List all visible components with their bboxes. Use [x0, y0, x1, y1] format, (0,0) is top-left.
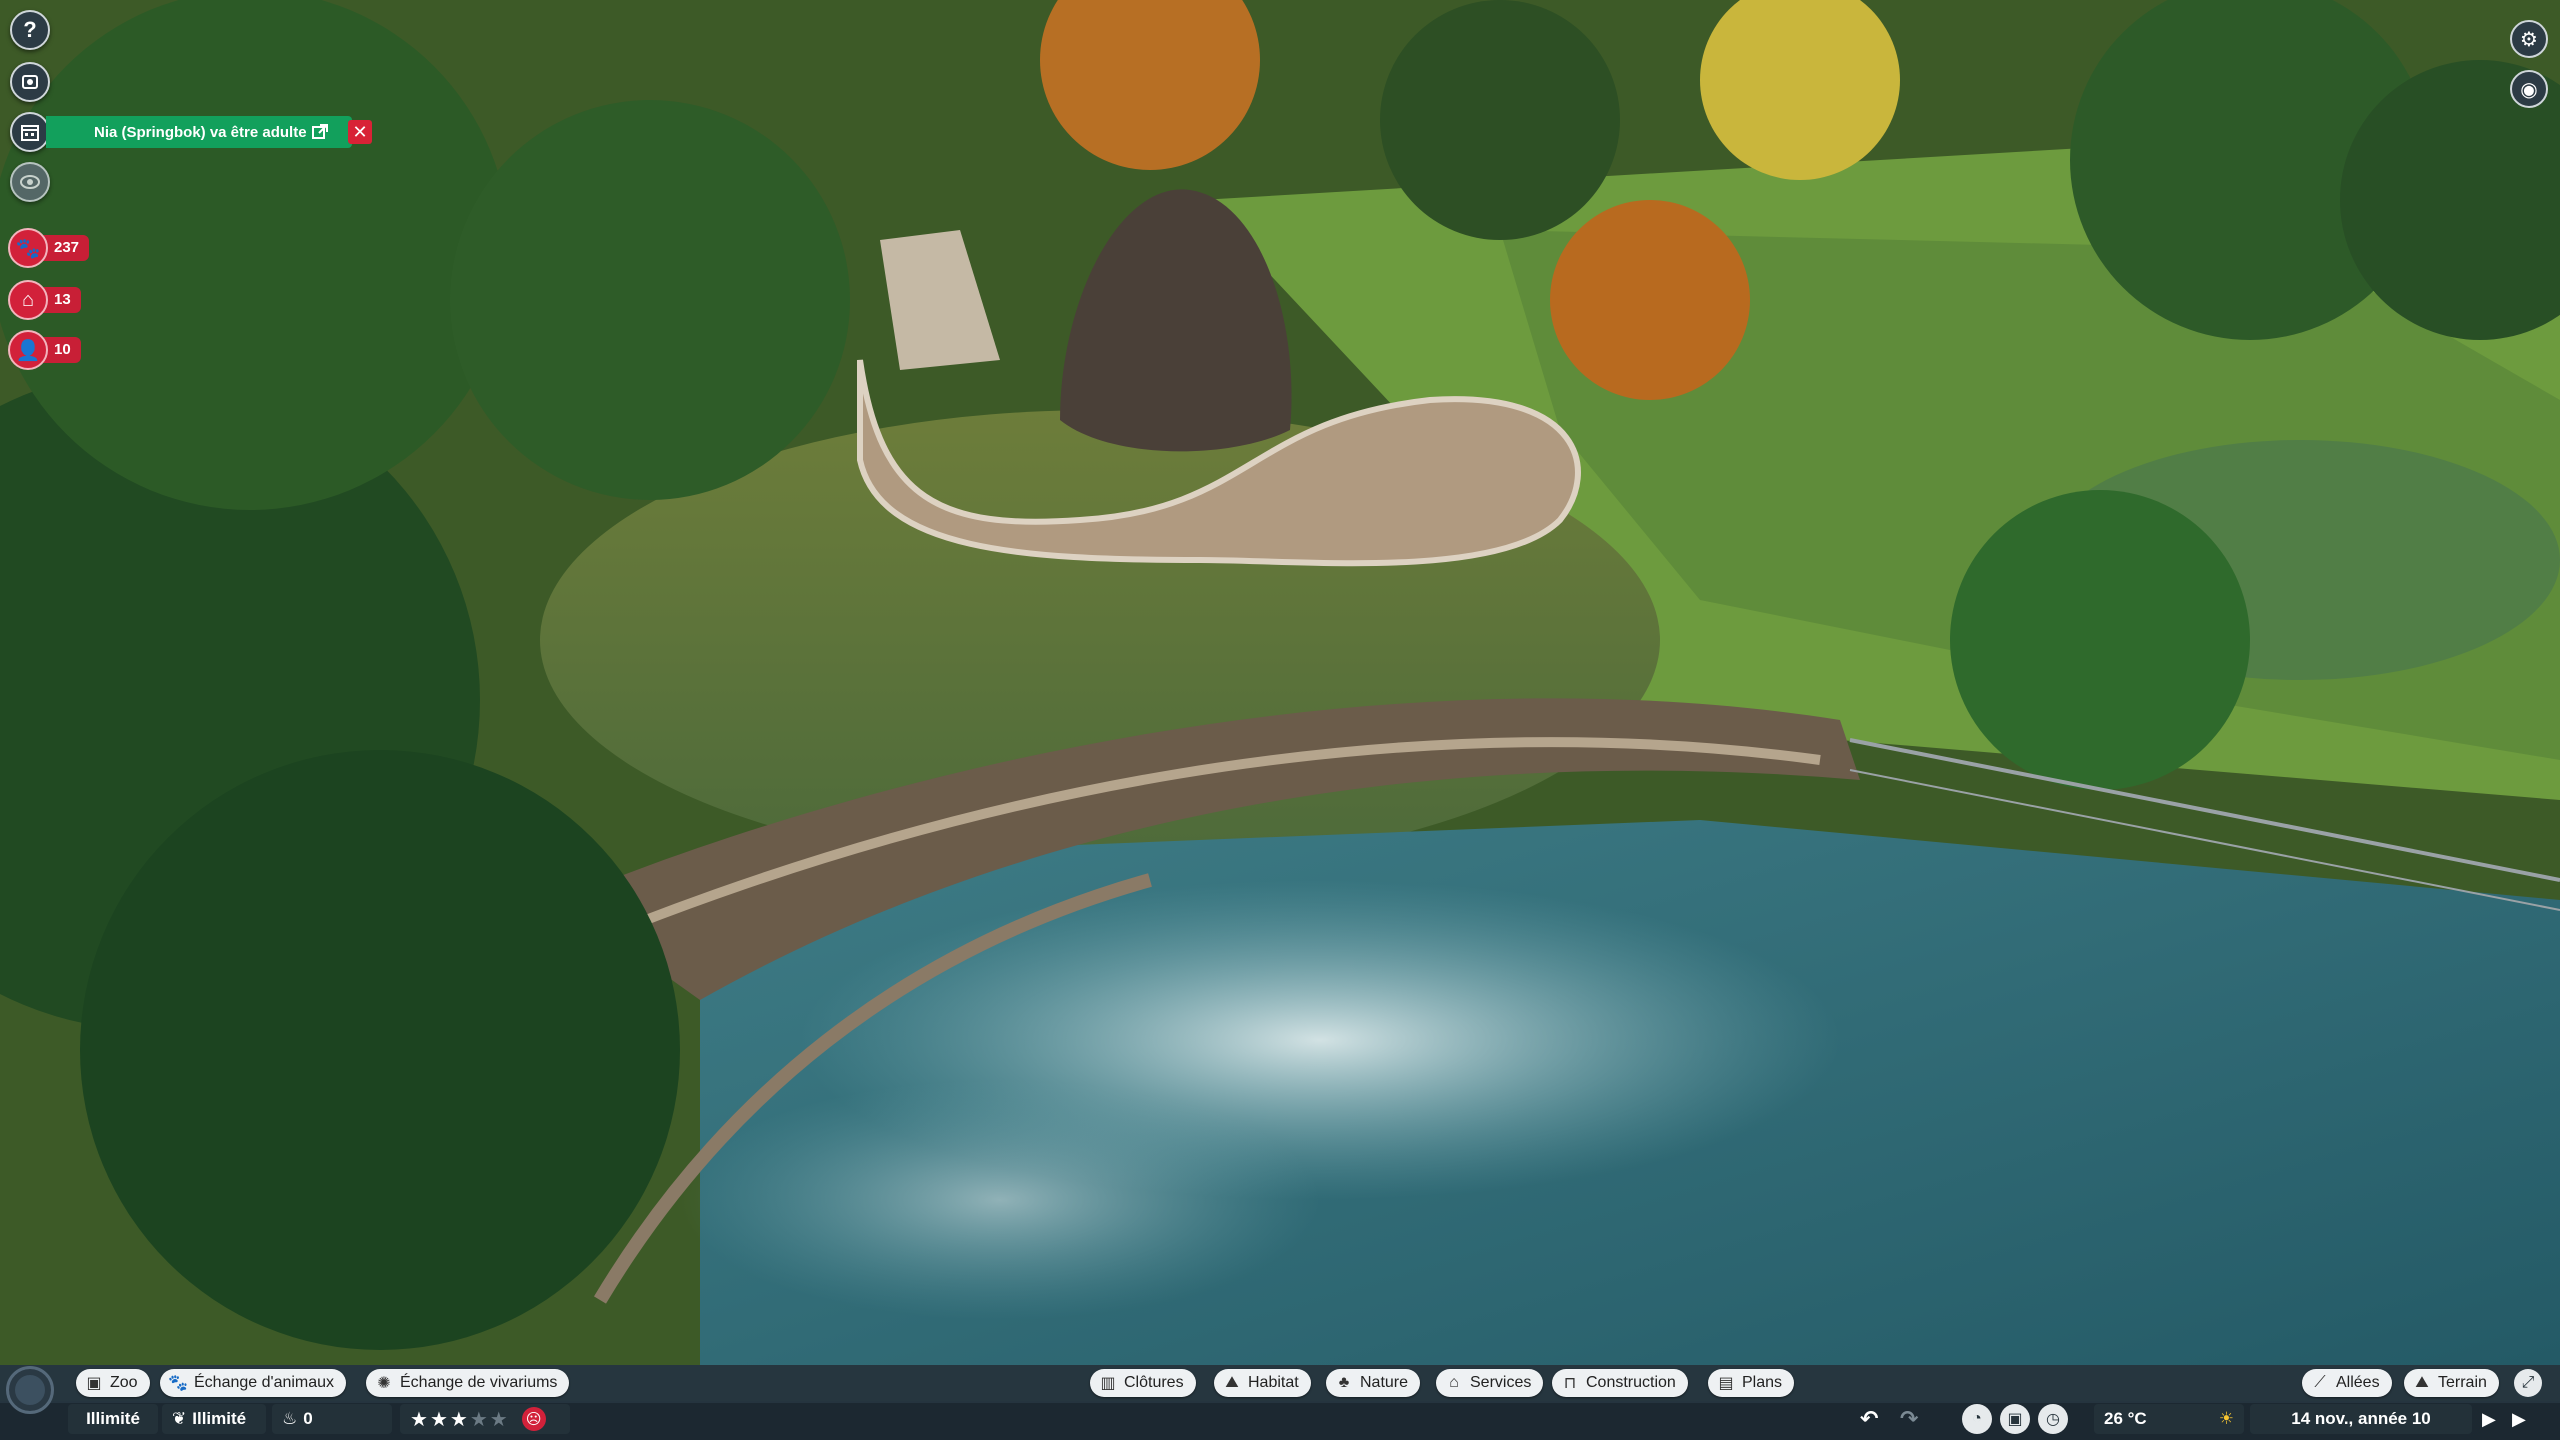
- gear-icon: ⚙: [2520, 28, 2538, 51]
- notification-text: Nia (Springbok) va être adulte: [94, 123, 307, 141]
- tab-paths-label: Allées: [2336, 1374, 2380, 1391]
- zoo-overview-button[interactable]: [10, 62, 50, 102]
- tab-terrain[interactable]: ⛰ Terrain: [2404, 1369, 2499, 1397]
- leaf-icon: ❦: [172, 1409, 187, 1428]
- main-menu-button[interactable]: [6, 1366, 54, 1414]
- shop-icon: ⌂: [1449, 1374, 1459, 1391]
- speed-button-1[interactable]: ◔: [1962, 1404, 1992, 1434]
- path-icon: ⟋: [2314, 1374, 2326, 1391]
- fast-forward-button[interactable]: ▶: [2502, 1404, 2536, 1434]
- tab-services[interactable]: ⌂ Services: [1436, 1369, 1544, 1397]
- bug-icon: ✺: [377, 1375, 391, 1392]
- tab-fences[interactable]: ▥ Clôtures: [1090, 1369, 1196, 1397]
- expand-toolbar-button[interactable]: ⤢: [2514, 1369, 2542, 1397]
- undo-icon: ↶: [1860, 1406, 1879, 1431]
- research-display[interactable]: ❦ Illimité: [162, 1404, 266, 1434]
- redo-icon: ↷: [1900, 1406, 1919, 1431]
- conservation-display[interactable]: ♨ 0: [272, 1404, 392, 1434]
- terrain-icon: ⛰: [2415, 1374, 2429, 1391]
- camera-mode-button[interactable]: ◉: [2510, 70, 2548, 108]
- tab-animal-exchange-label: Échange d'animaux: [194, 1374, 335, 1391]
- star-rating: ★★★★★: [410, 1407, 510, 1432]
- tab-vivarium-exchange-label: Échange de vivariums: [400, 1374, 558, 1391]
- staff-stat[interactable]: 👤 10: [8, 330, 81, 370]
- conservation-icon: ♨: [282, 1409, 298, 1428]
- tab-construction[interactable]: ⊓ Construction: [1552, 1369, 1688, 1397]
- star-empty-icon: ★: [489, 1408, 510, 1431]
- temperature-value: 26 °C: [2104, 1409, 2147, 1428]
- clock-icon: ◷: [2046, 1411, 2060, 1428]
- tab-vivarium-exchange[interactable]: ✺ Échange de vivariums: [366, 1369, 570, 1397]
- tree-icon: ♣: [1338, 1374, 1350, 1391]
- zoo-icon: ▣: [86, 1375, 102, 1392]
- facilities-stat[interactable]: ⌂ 13: [8, 280, 81, 320]
- zoo-rating[interactable]: ★★★★★ ☹: [400, 1404, 570, 1434]
- tab-fences-label: Clôtures: [1124, 1374, 1184, 1391]
- money-value: Illimité: [86, 1409, 140, 1428]
- fence-icon: ▥: [1100, 1375, 1116, 1392]
- camera-icon: ◉: [2520, 78, 2538, 101]
- open-link-icon[interactable]: [310, 122, 330, 142]
- tab-plans[interactable]: ▤ Plans: [1708, 1369, 1795, 1397]
- question-icon: ?: [23, 17, 37, 42]
- close-icon: ✕: [352, 122, 368, 142]
- tab-zoo-label: Zoo: [110, 1374, 138, 1391]
- tab-habitat-label: Habitat: [1248, 1374, 1299, 1391]
- fast-forward-icon: ▶: [2512, 1408, 2526, 1429]
- guest-mood-icon: ☹: [521, 1407, 546, 1431]
- tab-paths[interactable]: ⟋ Allées: [2302, 1369, 2392, 1397]
- tab-terrain-label: Terrain: [2438, 1374, 2487, 1391]
- settings-button[interactable]: ⚙: [2510, 20, 2548, 58]
- star-empty-icon: ★: [469, 1408, 490, 1431]
- date-display: 14 nov., année 10: [2250, 1404, 2472, 1434]
- calendar-icon: [21, 125, 39, 141]
- sun-icon: ☀: [2218, 1409, 2234, 1428]
- paw-icon: 🐾: [168, 1375, 188, 1392]
- eye-icon: [20, 175, 40, 189]
- play-button[interactable]: ▶: [2472, 1404, 2506, 1434]
- notification-toast[interactable]: Nia (Springbok) va être adulte ✕: [46, 116, 372, 148]
- play-icon: ▶: [2482, 1408, 2496, 1429]
- date-value: 14 nov., année 10: [2291, 1409, 2431, 1428]
- game-viewport[interactable]: [0, 0, 2560, 1365]
- close-notification-button[interactable]: ✕: [348, 120, 372, 144]
- zoo-scene: [0, 0, 2560, 1365]
- arch-icon: ⌂: [8, 280, 48, 320]
- gauge-icon: ◔: [1972, 1410, 1982, 1427]
- undo-button[interactable]: ↶: [1850, 1404, 1888, 1434]
- tab-zoo[interactable]: ▣ Zoo: [76, 1369, 150, 1397]
- tab-services-label: Services: [1470, 1374, 1532, 1391]
- weather-display: 26 °C ☀: [2094, 1404, 2244, 1434]
- star-filled-icon: ★: [449, 1408, 470, 1431]
- camera-icon: ▣: [2007, 1411, 2023, 1428]
- blueprint-icon: ▤: [1718, 1375, 1734, 1392]
- conservation-value: 0: [303, 1409, 313, 1428]
- zoo-icon: [22, 75, 38, 89]
- speed-button-3[interactable]: ◷: [2038, 1404, 2068, 1434]
- speed-button-2[interactable]: ▣: [2000, 1404, 2030, 1434]
- star-filled-icon: ★: [429, 1408, 450, 1431]
- build-icon: ⊓: [1563, 1375, 1577, 1392]
- resize-icon: ⤢: [2521, 1374, 2535, 1391]
- tab-animal-exchange[interactable]: 🐾 Échange d'animaux: [160, 1369, 347, 1397]
- redo-button[interactable]: ↷: [1890, 1404, 1928, 1434]
- star-filled-icon: ★: [410, 1408, 430, 1431]
- tab-nature[interactable]: ♣ Nature: [1326, 1369, 1421, 1397]
- person-icon: 👤: [8, 330, 48, 370]
- animals-stat[interactable]: 🐾 237: [8, 228, 90, 268]
- calendar-button[interactable]: [10, 112, 50, 152]
- habitat-icon: ⛰: [1225, 1374, 1239, 1391]
- paw-icon: 🐾: [8, 228, 48, 268]
- tab-habitat[interactable]: ⛰ Habitat: [1214, 1369, 1311, 1397]
- tab-nature-label: Nature: [1360, 1374, 1409, 1391]
- tab-construction-label: Construction: [1586, 1374, 1676, 1391]
- tab-plans-label: Plans: [1742, 1374, 1783, 1391]
- view-mode-button[interactable]: [10, 162, 50, 202]
- research-value: Illimité: [192, 1409, 247, 1428]
- help-button[interactable]: ?: [10, 10, 50, 50]
- money-display[interactable]: Illimité: [68, 1404, 158, 1434]
